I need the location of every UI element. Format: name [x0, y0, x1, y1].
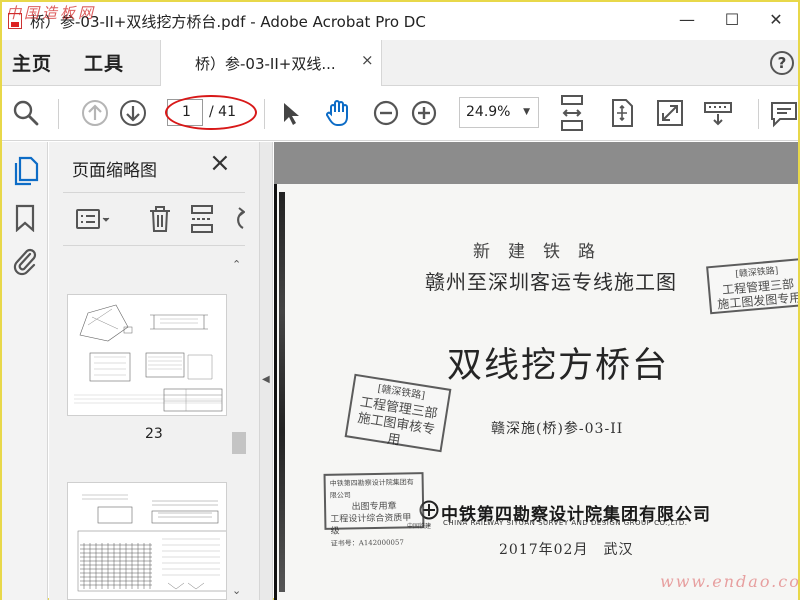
document-tab[interactable]: 桥）参-03-II+双线... × — [160, 40, 382, 86]
full-screen-icon[interactable] — [654, 97, 686, 129]
doc-project-line: 赣州至深圳客运专线施工图 — [425, 270, 677, 294]
tab-bar: 主页 工具 桥）参-03-II+双线... × ? — [2, 40, 798, 86]
scroll-mode-icon[interactable] — [556, 93, 588, 133]
watermark-bottom: www.endao.com — [660, 572, 798, 591]
doc-date: 2017年02月 武汉 — [499, 542, 634, 558]
scanned-page-edge — [279, 192, 285, 592]
stamp-line: 中铁第四勘察设计院集团有限公司 — [329, 478, 414, 500]
page-total: / 41 — [209, 104, 236, 120]
select-cursor-icon[interactable] — [274, 97, 306, 129]
search-icon[interactable] — [10, 97, 42, 129]
close-window-button[interactable]: ✕ — [754, 4, 798, 36]
doc-code: 赣深施(桥)参-03-II — [491, 421, 624, 437]
scrollbar-thumb[interactable] — [232, 432, 246, 454]
fit-page-icon[interactable] — [606, 97, 638, 129]
navigation-rail — [2, 142, 48, 600]
delete-page-icon[interactable] — [147, 204, 173, 234]
chevron-down-icon: ▼ — [523, 107, 530, 117]
zoom-level-dropdown[interactable]: 24.9% ▼ — [459, 97, 539, 128]
doc-main-title: 双线挖方桥台 — [447, 346, 670, 386]
rotate-page-icon[interactable] — [231, 204, 245, 234]
page-thumbnails-panel: 页面缩略图 × 23 ⌃ ⌄ — [49, 142, 259, 600]
insert-page-icon[interactable] — [189, 204, 215, 234]
title-bar: 桥）参-03-II+双线挖方桥台.pdf - Adobe Acrobat Pro… — [2, 2, 798, 40]
page-thumbnail[interactable] — [67, 294, 227, 416]
toolbar: 1 / 41 24.9% ▼ — [2, 87, 798, 141]
minimize-button[interactable]: — — [665, 4, 709, 36]
attachments-icon[interactable] — [12, 246, 38, 276]
zoom-in-icon[interactable] — [408, 97, 440, 129]
read-mode-icon[interactable] — [702, 97, 734, 129]
toolbar-divider — [264, 99, 265, 129]
thumbnail-scrollbar[interactable]: ⌃ ⌄ — [229, 254, 247, 600]
help-button[interactable]: ? — [770, 51, 794, 75]
doc-company-english: CHINA RAILWAY SIYUAN SURVEY AND DESIGN G… — [443, 519, 688, 527]
document-tab-close-button[interactable]: × — [361, 51, 374, 69]
previous-page-icon[interactable] — [79, 97, 111, 129]
doc-heading-line: 新建铁路 — [473, 242, 613, 262]
stamp-line: 证书号：A142000057 — [330, 538, 404, 548]
maximize-button[interactable]: ☐ — [710, 4, 754, 36]
panel-close-button[interactable]: × — [209, 148, 231, 178]
toolbar-divider — [58, 99, 59, 129]
panel-toolbar — [63, 192, 245, 246]
page-number-input[interactable]: 1 — [167, 99, 203, 126]
collapse-panel-arrow-icon[interactable]: ◀ — [262, 374, 270, 385]
document-page: 新建铁路 赣州至深圳客运专线施工图 双线挖方桥台 赣深施(桥)参-03-II 中… — [274, 184, 798, 600]
tab-home[interactable]: 主页 — [12, 49, 52, 76]
approval-stamp: [赣深铁路] 工程管理三部 施工图发图专用 — [706, 257, 798, 315]
thumbnail-drawing-preview — [68, 483, 226, 599]
toolbar-divider — [758, 99, 759, 129]
approval-stamp: [赣深铁路] 工程管理三部 施工图审核专用 — [344, 373, 452, 453]
document-tab-label: 桥）参-03-II+双线... — [195, 55, 336, 73]
scroll-down-arrow-icon[interactable]: ⌄ — [232, 584, 241, 597]
page-thumbnail[interactable] — [67, 482, 227, 600]
tab-tools[interactable]: 工具 — [84, 49, 124, 76]
page-thumbnails-icon[interactable] — [12, 156, 40, 186]
thumbnail-drawing-preview — [68, 295, 226, 415]
zoom-out-icon[interactable] — [370, 97, 402, 129]
thumbnail-page-label: 23 — [145, 426, 163, 442]
panel-splitter[interactable]: ◀ — [259, 142, 273, 600]
drawing-issue-stamp: 中铁第四勘察设计院集团有限公司 出图专用章 工程设计综合资质甲级 证书号：A14… — [323, 472, 425, 548]
document-viewport[interactable]: 新建铁路 赣州至深圳客运专线施工图 双线挖方桥台 赣深施(桥)参-03-II 中… — [274, 142, 798, 600]
scroll-up-arrow-icon[interactable]: ⌃ — [232, 258, 241, 271]
thumbnail-options-icon[interactable] — [75, 207, 111, 233]
zoom-level-value: 24.9% — [466, 104, 511, 120]
panel-title: 页面缩略图 — [72, 161, 157, 181]
bookmarks-icon[interactable] — [14, 204, 36, 232]
watermark-top: 中国造板网 — [6, 4, 97, 22]
next-page-icon[interactable] — [117, 97, 149, 129]
stamp-line: 工程设计综合资质甲级 — [330, 513, 412, 537]
hand-tool-icon[interactable] — [322, 97, 354, 129]
comment-icon[interactable] — [768, 97, 800, 129]
